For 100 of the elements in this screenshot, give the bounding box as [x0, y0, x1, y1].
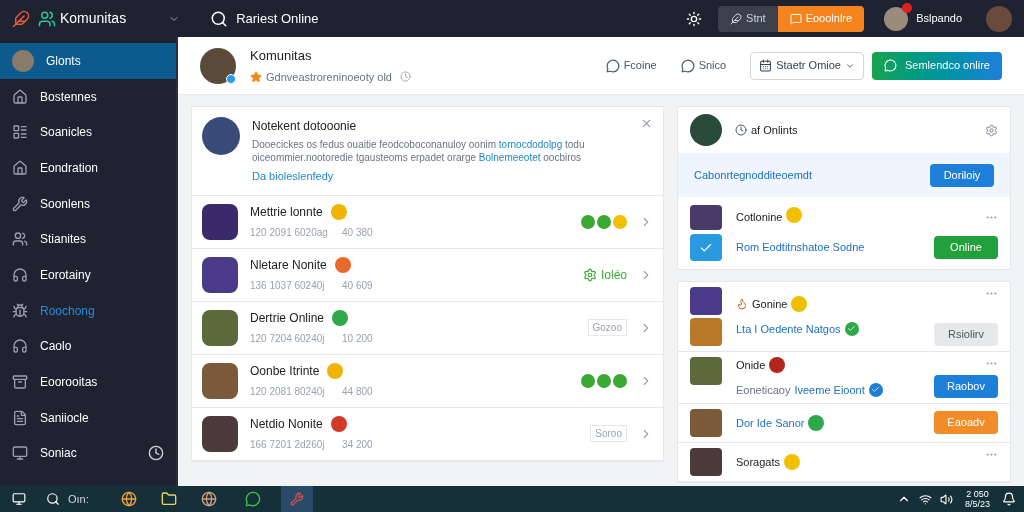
network-icon[interactable] [918, 492, 932, 506]
notification-icon[interactable] [1002, 492, 1016, 506]
row-title: Nletare Nonite [250, 257, 327, 274]
row-title: Netdio Nonite [250, 416, 323, 433]
card-title: af Onlints [751, 122, 799, 138]
game-thumbnail [202, 362, 238, 399]
row-count: 40 609 [342, 279, 373, 293]
user-name: Bslpando [916, 11, 962, 27]
segment-tab[interactable]: Stnt [718, 5, 778, 32]
action-button[interactable]: Doriloiy [930, 163, 994, 187]
taskbar-search-text: Oın: [68, 491, 89, 507]
notice-title: Notekent dotooonie [252, 118, 358, 135]
sidebar-item[interactable]: Roochong [0, 292, 176, 329]
chat-bubble-icon [605, 58, 620, 73]
notice-link[interactable]: Da bioleslenfedy [252, 168, 640, 185]
search-field[interactable]: Rariest Online [236, 8, 477, 29]
dropdown-button[interactable]: Staetr Omioe [750, 51, 864, 80]
sidebar-item[interactable]: Glonts [0, 43, 176, 79]
page-subtitle: Gdnveastroreninoeoty old [266, 69, 392, 85]
row-title: Onide [736, 358, 766, 373]
row-date: 136 1037 60240j [250, 279, 326, 293]
row-date: 120 2091 6020ag [250, 226, 329, 240]
sidebar-item[interactable]: Eondration [0, 150, 176, 186]
calendar-icon [759, 59, 773, 72]
row-date: 120 2081 80240j [250, 385, 326, 399]
menu-icon [12, 266, 28, 283]
volume-icon[interactable] [939, 492, 953, 506]
avatar [690, 114, 722, 146]
row-title: Oonbe Itrinte [250, 363, 320, 380]
game-thumbnail [202, 309, 238, 346]
game-thumbnail [690, 287, 722, 315]
sidebar-item[interactable]: Bostennes [0, 78, 176, 115]
logo-icon [38, 9, 56, 28]
game-thumbnail [202, 117, 240, 155]
avatar [12, 49, 34, 72]
row-count: 40 380 [342, 226, 373, 240]
flame-icon [736, 298, 748, 311]
sidebar-item[interactable]: Stianites [0, 221, 176, 258]
game-thumbnail [202, 203, 238, 240]
wrench-icon [289, 492, 304, 506]
avatar[interactable] [884, 6, 909, 31]
gear-icon [582, 267, 597, 282]
logo-icon [12, 9, 30, 28]
banner-text: Cabonrtegnodditeoemdt [694, 167, 813, 183]
row-meta: Eoneticaoy [736, 382, 791, 398]
action-button[interactable]: Rsiolirv [934, 323, 998, 346]
primary-button[interactable]: Semlendco onlire [872, 51, 1002, 80]
row-date: 166 7201 2d260j [250, 438, 326, 452]
clock-icon[interactable] [148, 445, 164, 462]
row-title: Mettrie lonnte [250, 204, 323, 221]
game-app-icon[interactable] [280, 486, 313, 512]
star-icon [250, 70, 262, 83]
game-thumbnail [690, 448, 722, 476]
row-count: 44 800 [342, 385, 373, 399]
row-title: Soragats [736, 454, 781, 470]
clock-icon [399, 71, 411, 83]
close-icon[interactable] [640, 117, 653, 130]
sidebar-item[interactable]: Soanicles [0, 114, 176, 151]
sidebar-item[interactable]: Eoorooitas [0, 364, 176, 400]
menu-icon [12, 374, 28, 391]
avatar [200, 47, 236, 84]
app-name: Komunitas [60, 9, 127, 28]
sidebar-item[interactable]: Eorotainy [0, 257, 176, 293]
menu-icon [12, 231, 28, 248]
tag: Soroo [590, 425, 627, 442]
message-icon [789, 12, 802, 25]
row-title: Dertrie Online [250, 310, 325, 327]
menu-icon [12, 338, 28, 355]
sidebar-item[interactable]: Soniac [0, 435, 176, 472]
menu-icon [12, 88, 28, 105]
notice-text: Dooecickes os fedus ouaitie feodcoboconanuloy oonim tornocdodolpg todu oiceommier.nootoredie tgausteoms erpadet orarge Bolnemeeotet oocbiros [252, 138, 586, 164]
menu-icon [12, 302, 28, 319]
page-title: Komunitas [250, 47, 313, 65]
chat-app-icon[interactable] [244, 491, 261, 507]
header-link[interactable]: Snico [680, 57, 727, 74]
header-link[interactable]: Fcoine [605, 57, 657, 74]
game-thumbnail [202, 256, 238, 293]
row-count: 34 200 [342, 438, 373, 452]
browser-icon[interactable] [120, 491, 137, 507]
start-icon[interactable] [12, 492, 26, 506]
sidebar-item[interactable]: Soonlens [0, 185, 176, 222]
feather-icon [730, 12, 743, 25]
sidebar-item[interactable]: Caolo [0, 328, 176, 365]
sidebar-item[interactable]: Saniiocle [0, 399, 176, 436]
inline-link[interactable]: Bolnemeeotet [478, 152, 541, 163]
game-thumbnail [690, 409, 722, 437]
search-icon[interactable] [210, 9, 229, 28]
search-icon[interactable] [46, 492, 60, 506]
inline-link[interactable]: tornocdodolpg [498, 139, 563, 150]
row-title: Dor Ide Sanor [736, 415, 805, 431]
row-subtitle: Iveeme Eioont [794, 382, 865, 398]
folder-icon[interactable] [160, 491, 177, 507]
game-thumbnail [690, 318, 722, 346]
game-thumbnail [690, 357, 722, 385]
action-button[interactable]: Raobov [934, 375, 998, 398]
menu-icon [12, 124, 28, 141]
chat-bubble-icon [680, 58, 695, 73]
game-thumbnail [202, 415, 238, 452]
browser-icon[interactable] [200, 491, 217, 507]
menu-icon [12, 159, 28, 176]
